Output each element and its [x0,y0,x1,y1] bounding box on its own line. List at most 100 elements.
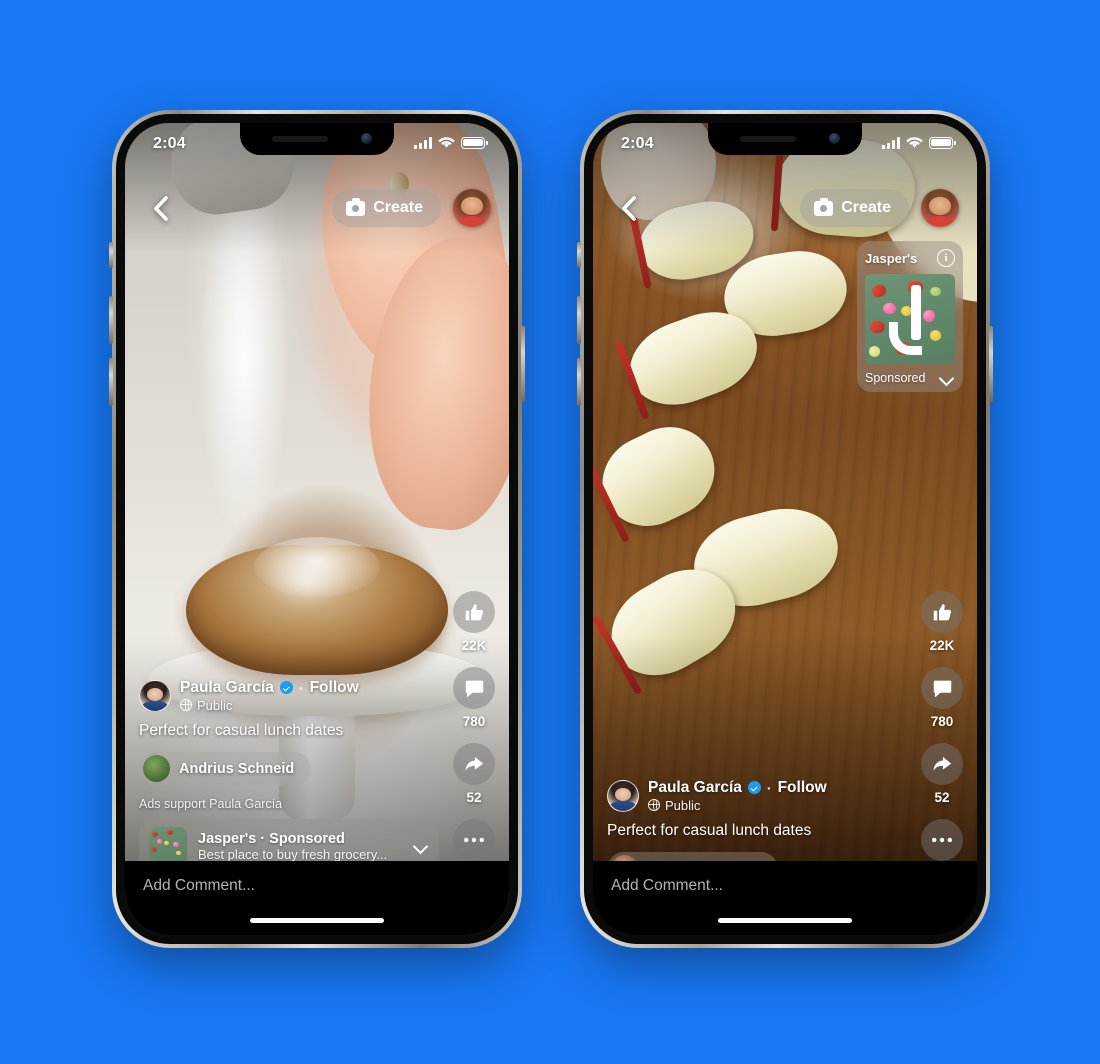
status-clock: 2:04 [153,135,186,152]
create-button-label: Create [841,199,891,216]
info-circle-icon[interactable]: i [937,249,955,267]
earpiece-speaker [272,136,328,142]
silence-switch[interactable] [577,242,581,268]
power-button[interactable] [521,326,525,402]
more-options-button[interactable] [921,819,963,861]
jaspers-logo-icon [865,274,955,364]
sponsored-overlay-card[interactable]: Jasper's i Sponsored [857,241,963,392]
profile-avatar[interactable] [453,189,491,227]
create-button[interactable]: Create [332,189,441,227]
privacy-label: Public [665,797,701,813]
action-rail: 22K 780 52 [453,591,495,865]
cellular-bars-icon [882,136,900,149]
more-action [453,819,495,861]
share-count: 52 [466,790,482,805]
music-avatar [143,755,170,782]
privacy-row: Public [647,797,827,813]
thumbs-up-icon [933,603,951,620]
globe-icon [647,798,660,811]
chevron-down-icon[interactable] [939,370,955,386]
follow-button[interactable]: Follow [310,679,359,697]
comment-button[interactable] [453,667,495,709]
device-notch [240,123,394,155]
share-arrow-icon [933,756,952,771]
equalizer-icon [164,775,170,782]
silence-switch[interactable] [109,242,113,268]
comment-bubble-icon [933,680,951,697]
front-camera-icon [361,133,372,144]
status-clock: 2:04 [621,135,654,152]
privacy-label: Public [197,697,233,713]
follow-button[interactable]: Follow [778,779,827,797]
privacy-row: Public [179,697,359,713]
battery-full-icon [461,136,488,149]
profile-avatar[interactable] [921,189,959,227]
device-notch [708,123,862,155]
chevron-left-icon [153,195,168,221]
phone-right: 2:04 Create Jasper's i Sponsored 22K 780… [577,110,993,948]
verified-badge-icon [279,681,293,694]
share-action: 52 [921,743,963,815]
wifi-icon [438,137,455,148]
create-button-label: Create [373,199,423,216]
sponsored-label: Sponsored [865,371,926,385]
like-action: 22K [453,591,495,663]
home-indicator [718,918,852,923]
author-avatar[interactable] [607,779,639,812]
back-button[interactable] [611,191,645,225]
author-row[interactable]: Paula García · Follow Public [139,679,439,713]
comment-action: 780 [453,667,495,739]
ads-support-label: Ads support Paula García [139,797,283,811]
volume-up-button[interactable] [577,296,581,344]
home-indicator [250,918,384,923]
sponsored-subtitle: Best place to buy fresh grocery... [198,846,388,862]
post-caption: Perfect for casual lunch dates [607,821,812,839]
comment-button[interactable] [921,667,963,709]
like-count: 22K [461,638,487,653]
phone-screen: 2:04 [125,123,509,935]
share-arrow-icon [465,756,484,771]
create-button[interactable]: Create [800,189,909,227]
music-attribution[interactable]: Andrius Schneid [139,751,311,786]
phone-screen: 2:04 [593,123,977,935]
volume-down-button[interactable] [109,358,113,406]
share-count: 52 [934,790,950,805]
camera-icon [814,197,834,216]
share-button[interactable] [921,743,963,785]
page-background: 2:04 Create 22K 780 52 Paula García · Fo… [0,0,1100,1064]
comment-bubble-icon [465,680,483,697]
power-button[interactable] [989,326,993,402]
author-avatar[interactable] [139,679,171,712]
separator-dot: · [766,779,772,796]
globe-icon [179,698,192,711]
like-count: 22K [929,638,955,653]
sponsored-brand-name: Jasper's [865,250,918,266]
post-details: Paula García · Follow Public Perfect for… [139,679,439,873]
jaspers-logo-icon [149,827,187,865]
separator-dot: · [298,679,304,696]
comment-action: 780 [921,667,963,739]
more-options-button[interactable] [453,819,495,861]
front-camera-icon [829,133,840,144]
comment-bar[interactable]: Add Comment... [125,861,509,935]
verified-badge-icon [747,781,761,794]
earpiece-speaker [740,136,796,142]
like-button[interactable] [453,591,495,633]
share-action: 52 [453,743,495,815]
comment-input[interactable]: Add Comment... [611,877,723,895]
comment-count: 780 [462,714,486,729]
author-row[interactable]: Paula García · Follow Public [607,779,907,813]
top-navigation: Create [125,183,509,233]
ellipsis-icon [932,837,952,843]
author-name: Paula García [180,678,274,696]
wifi-icon [906,137,923,148]
cellular-bars-icon [414,136,432,149]
comment-input[interactable]: Add Comment... [143,877,255,895]
chevron-down-icon[interactable] [413,838,429,854]
volume-down-button[interactable] [577,358,581,406]
comment-bar[interactable]: Add Comment... [593,861,977,935]
like-button[interactable] [921,591,963,633]
back-button[interactable] [143,191,177,225]
share-button[interactable] [453,743,495,785]
volume-up-button[interactable] [109,296,113,344]
